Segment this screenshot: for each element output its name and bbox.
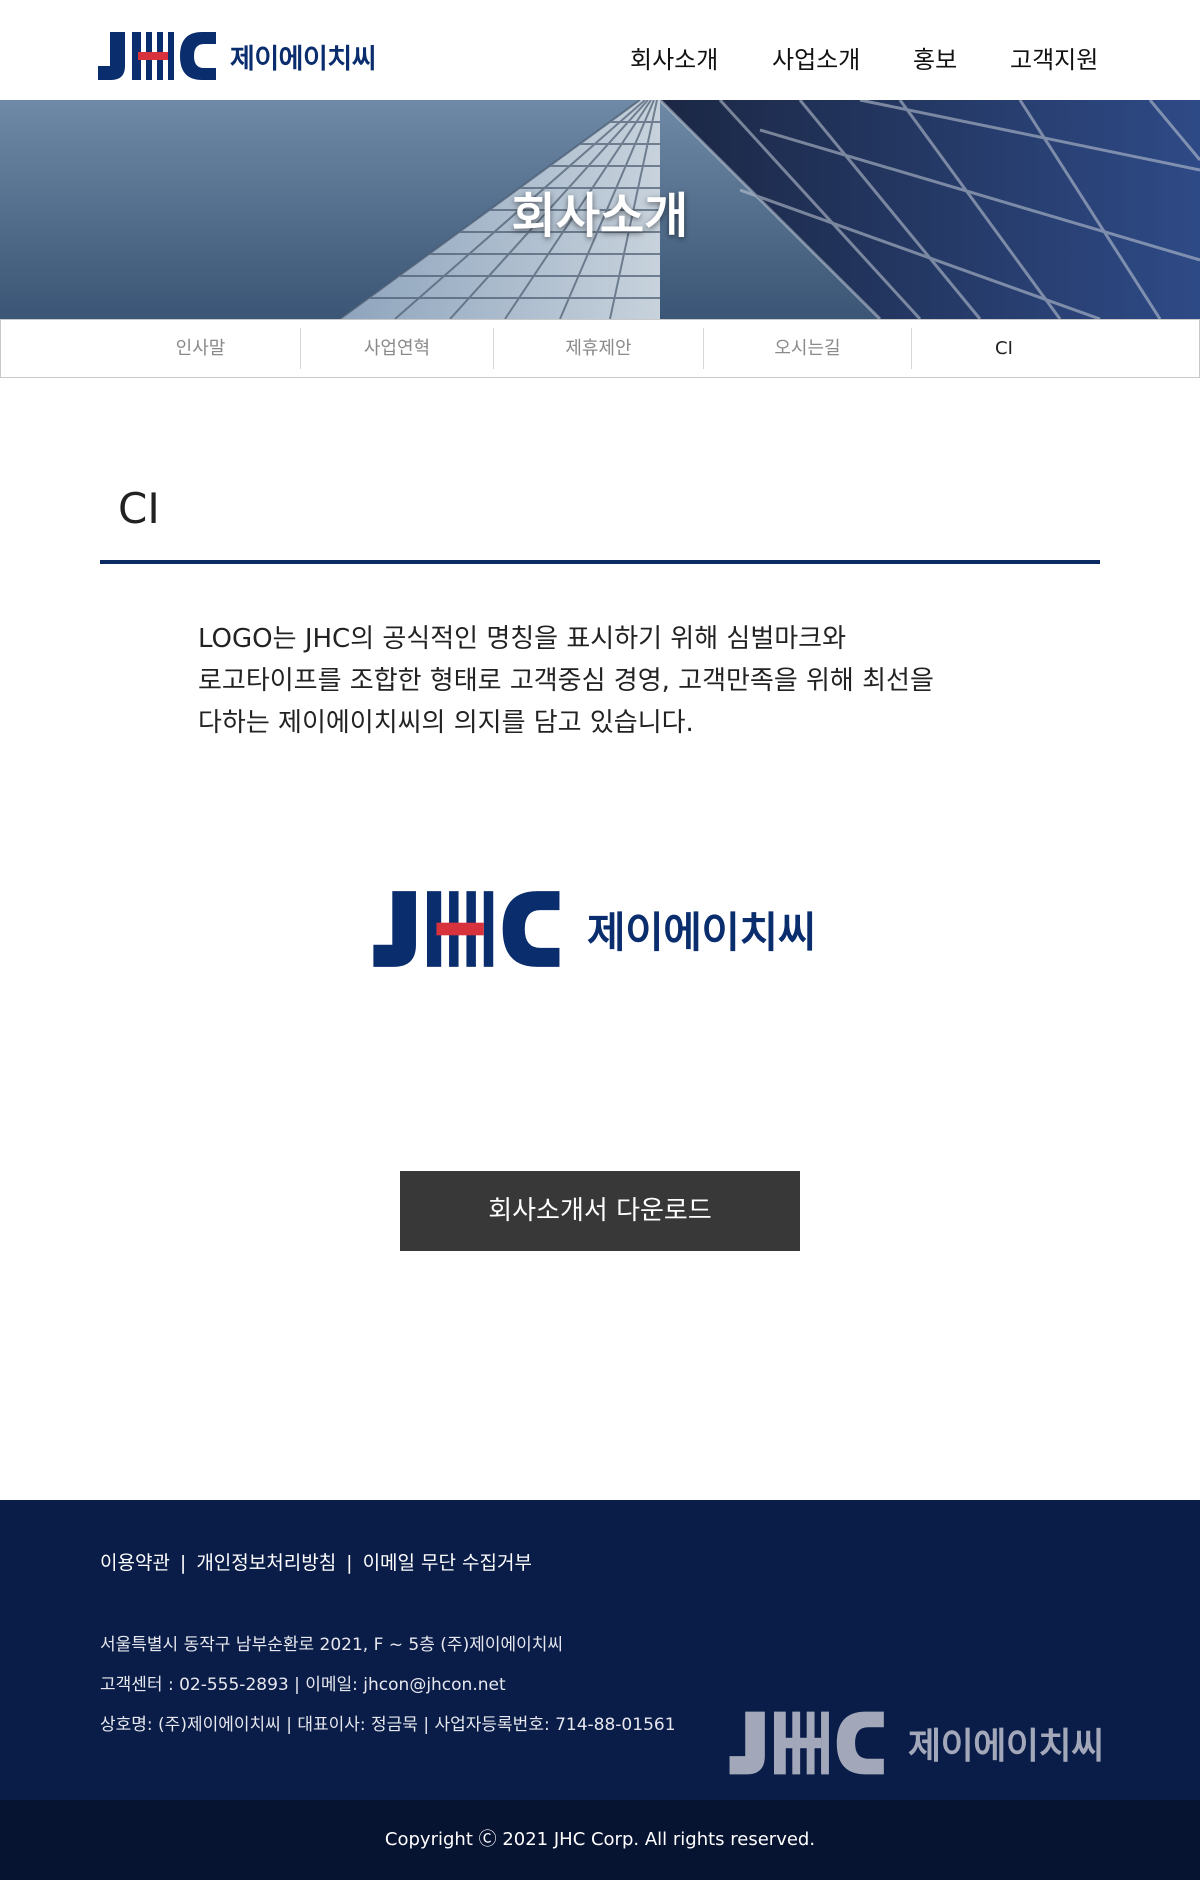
copyright-bar: Copyright Ⓒ 2021 JHC Corp. All rights re… [0, 1800, 1200, 1880]
nav-item-business[interactable]: 사업소개 [772, 40, 860, 75]
tab-greeting[interactable]: 인사말 [101, 320, 300, 377]
site-footer: 이용약관 | 개인정보처리방침 | 이메일 무단 수집거부 서울특별시 동작구 남부순환… [0, 1500, 1200, 1800]
nav-item-company[interactable]: 회사소개 [630, 40, 718, 75]
footer-link-email-refusal[interactable]: 이메일 무단 수집거부 [363, 1552, 532, 1574]
footer-address: 서울특별시 동작구 남부순환로 2021, F ~ 5층 (주)제이에이치씨 [100, 1635, 564, 1655]
ci-description-line: 다하는 제이에이치씨의 의지를 담고 있습니다. [198, 708, 694, 738]
download-brochure-button[interactable]: 회사소개서 다운로드 [400, 1171, 800, 1251]
sub-navigation-tabs: 인사말 사업연혁 제휴제안 오시는길 CI [0, 319, 1200, 378]
main-nav: 회사소개 사업소개 홍보 고객지원 [0, 40, 1200, 80]
ci-logo-text: 제이에이치씨 [587, 907, 816, 957]
ci-description-line: 로고타이프를 조합한 형태로 고객중심 경영, 고객만족을 위해 최선을 [198, 666, 934, 696]
site-header: 제이에이치씨 회사소개 사업소개 홍보 고객지원 [0, 0, 1200, 100]
link-separator: | [346, 1552, 353, 1574]
link-separator: | [179, 1552, 187, 1574]
tab-directions[interactable]: 오시는길 [704, 320, 911, 377]
hero-title: 회사소개 [511, 188, 689, 244]
footer-link-privacy[interactable]: 개인정보처리방침 [196, 1552, 336, 1574]
ci-description: LOGO는 JHC의 공식적인 명칭을 표시하기 위해 심벌마크와 로고타이프를… [198, 618, 1048, 744]
nav-item-support[interactable]: 고객지원 [1010, 40, 1098, 75]
jhc-logo-mark-icon [373, 891, 560, 967]
ci-logo: 제이에이치씨 [373, 888, 816, 970]
tab-history[interactable]: 사업연혁 [301, 320, 493, 377]
jhc-logo-mark-icon [729, 1711, 884, 1775]
footer-contact: 고객센터 : 02-555-2893 | 이메일: jhcon@jhcon.ne… [100, 1675, 506, 1695]
hero-banner: 회사소개 [0, 100, 1200, 319]
footer-logo: 제이에이치씨 [728, 1709, 1104, 1777]
ci-description-line: LOGO는 JHC의 공식적인 명칭을 표시하기 위해 심벌마크와 [198, 624, 846, 654]
section-divider [100, 560, 1100, 564]
section-title: CI [118, 484, 160, 533]
footer-links: 이용약관 | 개인정보처리방침 | 이메일 무단 수집거부 [100, 1548, 532, 1575]
tab-partnership[interactable]: 제휴제안 [494, 320, 703, 377]
footer-company-info: 상호명: (주)제이에이치씨 | 대표이사: 정금묵 | 사업자등록번호: 71… [100, 1715, 676, 1735]
footer-link-terms[interactable]: 이용약관 [100, 1552, 170, 1574]
tab-ci[interactable]: CI [912, 320, 1096, 377]
nav-item-pr[interactable]: 홍보 [913, 40, 957, 75]
footer-logo-text: 제이에이치씨 [908, 1726, 1104, 1767]
